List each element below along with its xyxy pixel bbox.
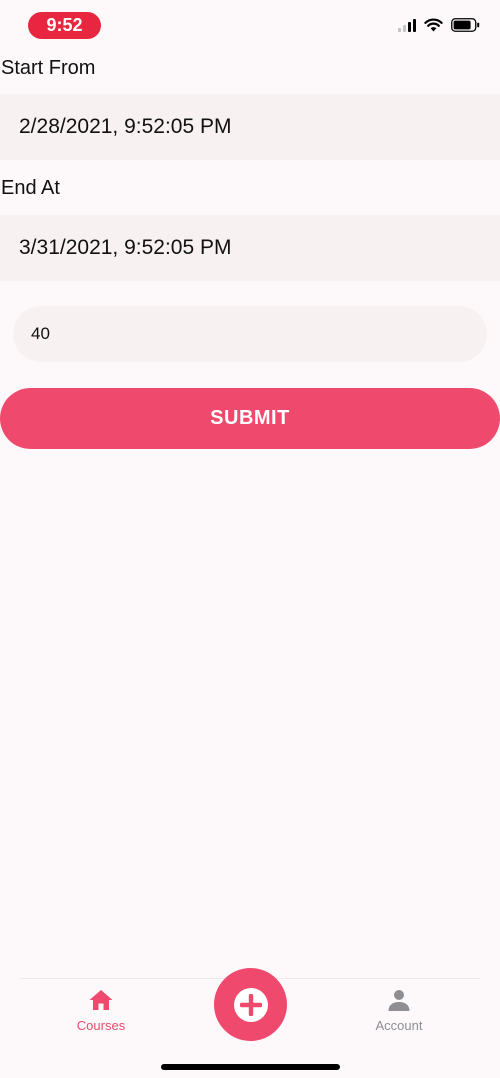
number-input[interactable] [13,306,487,362]
end-at-label: End At [1,177,60,199]
home-indicator [161,1064,340,1070]
tab-courses-label: Courses [76,1018,126,1033]
home-icon [89,990,113,1010]
status-icons [398,18,480,32]
cellular-signal-icon [398,18,416,32]
submit-button[interactable]: SUBMIT [0,388,500,449]
tab-account[interactable]: Account [354,988,444,1038]
status-time: 9:52 [28,12,101,39]
tab-account-label: Account [375,1018,423,1033]
screen: 9:52 Start From 2/28/2021, 9:52:05 PM En… [0,0,500,1078]
battery-icon [451,18,480,32]
plus-icon [233,987,268,1022]
start-date-field[interactable]: 2/28/2021, 9:52:05 PM [0,94,500,160]
tab-courses[interactable]: Courses [56,988,146,1038]
start-from-label: Start From [1,57,96,79]
add-button[interactable] [214,968,287,1041]
person-icon [388,990,410,1011]
end-date-field[interactable]: 3/31/2021, 9:52:05 PM [0,215,500,281]
status-bar: 9:52 [0,0,500,50]
wifi-icon [424,18,443,32]
